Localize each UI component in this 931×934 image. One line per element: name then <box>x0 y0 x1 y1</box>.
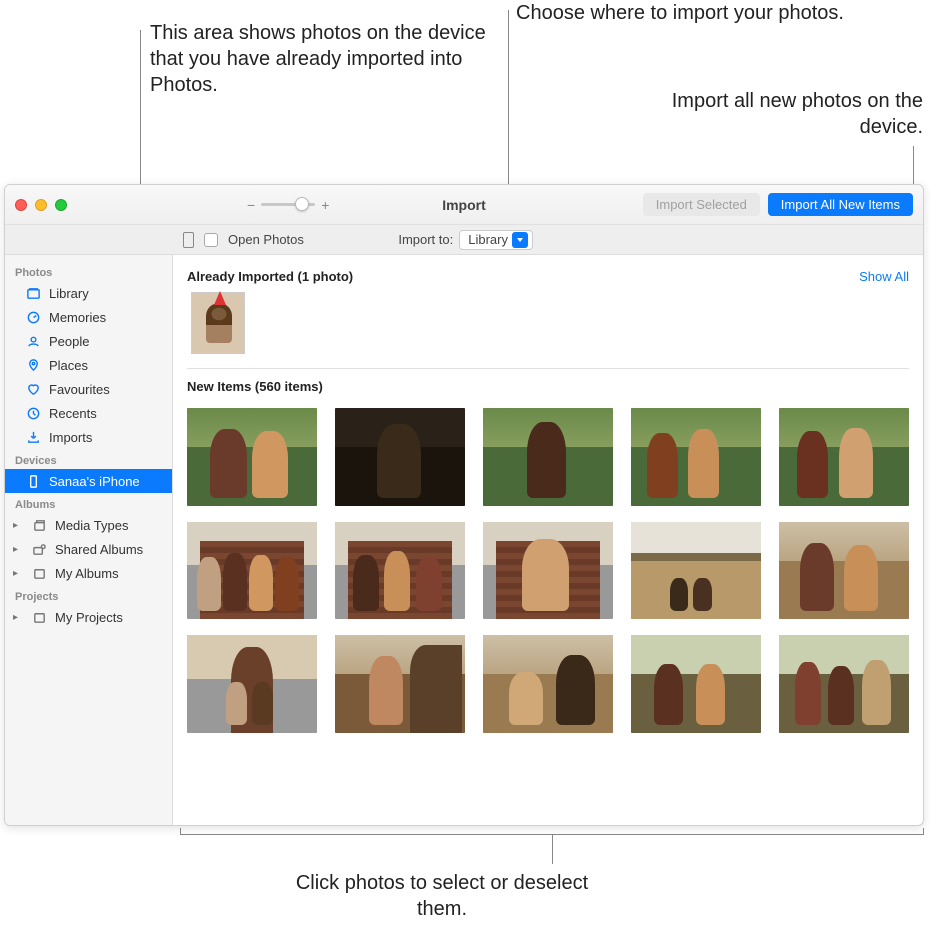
callout-import-to: Choose where to import your photos. <box>516 0 844 26</box>
shared-icon <box>31 541 47 557</box>
sidebar-item-label: People <box>49 334 89 349</box>
recents-icon <box>25 405 41 421</box>
already-imported-thumbnail[interactable] <box>191 292 245 354</box>
device-icon <box>183 232 194 248</box>
sidebar-item-label: My Albums <box>55 566 119 581</box>
window-controls <box>15 199 67 211</box>
import-selected-button[interactable]: Import Selected <box>643 193 760 216</box>
sidebar-item-label: Favourites <box>49 382 110 397</box>
sidebar-item-label: Shared Albums <box>55 542 143 557</box>
sidebar-item-recents[interactable]: Recents <box>5 401 172 425</box>
sidebar-section-projects: Projects <box>5 585 172 605</box>
album-icon <box>31 609 47 625</box>
photos-app-window: − + Import Import Selected Import All Ne… <box>4 184 924 826</box>
photo-thumbnail[interactable] <box>631 522 761 620</box>
photo-thumbnail[interactable] <box>483 635 613 733</box>
sidebar-item-device[interactable]: Sanaa's iPhone <box>5 469 172 493</box>
callout-already-imported: This area shows photos on the device tha… <box>150 20 490 98</box>
sidebar-section-photos: Photos <box>5 261 172 281</box>
close-icon[interactable] <box>15 199 27 211</box>
open-photos-label: Open Photos <box>228 232 304 247</box>
chevron-right-icon[interactable]: ▸ <box>13 544 23 555</box>
callout-guide <box>913 146 914 189</box>
slider-track[interactable] <box>261 203 315 206</box>
chevron-down-icon <box>512 232 528 248</box>
callout-guide <box>180 834 924 835</box>
sidebar-item-label: My Projects <box>55 610 123 625</box>
sidebar-item-imports[interactable]: Imports <box>5 425 172 449</box>
import-all-button[interactable]: Import All New Items <box>768 193 913 216</box>
window-title: Import <box>442 197 486 213</box>
sidebar-item-label: Memories <box>49 310 106 325</box>
photo-thumbnail[interactable] <box>335 522 465 620</box>
chevron-right-icon[interactable]: ▸ <box>13 520 23 531</box>
photo-thumbnail[interactable] <box>779 635 909 733</box>
thumbnail-zoom-slider[interactable]: − + <box>247 197 329 213</box>
chevron-right-icon[interactable]: ▸ <box>13 568 23 579</box>
import-to-label: Import to: <box>398 232 453 247</box>
photo-thumbnail[interactable] <box>483 408 613 506</box>
new-items-header: New Items (560 items) <box>187 379 909 394</box>
memories-icon <box>25 309 41 325</box>
sidebar-item-label: Places <box>49 358 88 373</box>
sidebar: Photos Library Memories People Places Fa… <box>5 255 173 825</box>
sidebar-item-my-projects[interactable]: ▸ My Projects <box>5 605 172 629</box>
people-icon <box>25 333 41 349</box>
sidebar-item-memories[interactable]: Memories <box>5 305 172 329</box>
sidebar-section-devices: Devices <box>5 449 172 469</box>
content-area: Already Imported (1 photo) Show All New … <box>173 255 923 825</box>
sidebar-item-label: Library <box>49 286 89 301</box>
sidebar-item-my-albums[interactable]: ▸ My Albums <box>5 561 172 585</box>
callout-guide <box>923 828 924 835</box>
minimize-icon[interactable] <box>35 199 47 211</box>
callout-guide <box>180 828 181 835</box>
sidebar-item-favourites[interactable]: Favourites <box>5 377 172 401</box>
already-imported-header: Already Imported (1 photo) <box>187 269 353 284</box>
phone-icon <box>25 473 41 489</box>
stack-icon <box>31 517 47 533</box>
album-icon <box>31 565 47 581</box>
favourites-icon <box>25 381 41 397</box>
titlebar: − + Import Import Selected Import All Ne… <box>5 185 923 225</box>
sidebar-section-albums: Albums <box>5 493 172 513</box>
sidebar-item-library[interactable]: Library <box>5 281 172 305</box>
import-options-bar: Open Photos Import to: Library <box>5 225 923 255</box>
photo-thumbnail[interactable] <box>187 635 317 733</box>
new-items-grid <box>187 408 909 733</box>
show-all-link[interactable]: Show All <box>859 269 909 284</box>
open-photos-checkbox[interactable] <box>204 233 218 247</box>
maximize-icon[interactable] <box>55 199 67 211</box>
photo-thumbnail[interactable] <box>779 408 909 506</box>
sidebar-item-label: Recents <box>49 406 97 421</box>
places-icon <box>25 357 41 373</box>
import-to-select[interactable]: Library <box>459 230 533 250</box>
divider <box>187 368 909 369</box>
sidebar-item-label: Sanaa's iPhone <box>49 474 140 489</box>
photo-thumbnail[interactable] <box>335 635 465 733</box>
sidebar-item-label: Imports <box>49 430 92 445</box>
photo-thumbnail[interactable] <box>483 522 613 620</box>
photo-thumbnail[interactable] <box>187 522 317 620</box>
sidebar-item-shared-albums[interactable]: ▸ Shared Albums <box>5 537 172 561</box>
zoom-out-icon: − <box>247 197 255 213</box>
callout-import-all: Import all new photos on the device. <box>623 88 923 140</box>
zoom-in-icon: + <box>321 197 329 213</box>
sidebar-item-people[interactable]: People <box>5 329 172 353</box>
import-to-value: Library <box>468 232 508 247</box>
chevron-right-icon[interactable]: ▸ <box>13 612 23 623</box>
imports-icon <box>25 429 41 445</box>
callout-select: Click photos to select or deselect them. <box>272 870 612 922</box>
sidebar-item-places[interactable]: Places <box>5 353 172 377</box>
slider-knob[interactable] <box>295 197 309 211</box>
callout-guide <box>552 834 553 864</box>
library-icon <box>25 285 41 301</box>
photo-thumbnail[interactable] <box>631 635 761 733</box>
sidebar-item-media-types[interactable]: ▸ Media Types <box>5 513 172 537</box>
photo-thumbnail[interactable] <box>187 408 317 506</box>
photo-thumbnail[interactable] <box>779 522 909 620</box>
photo-thumbnail[interactable] <box>335 408 465 506</box>
sidebar-item-label: Media Types <box>55 518 128 533</box>
photo-thumbnail[interactable] <box>631 408 761 506</box>
